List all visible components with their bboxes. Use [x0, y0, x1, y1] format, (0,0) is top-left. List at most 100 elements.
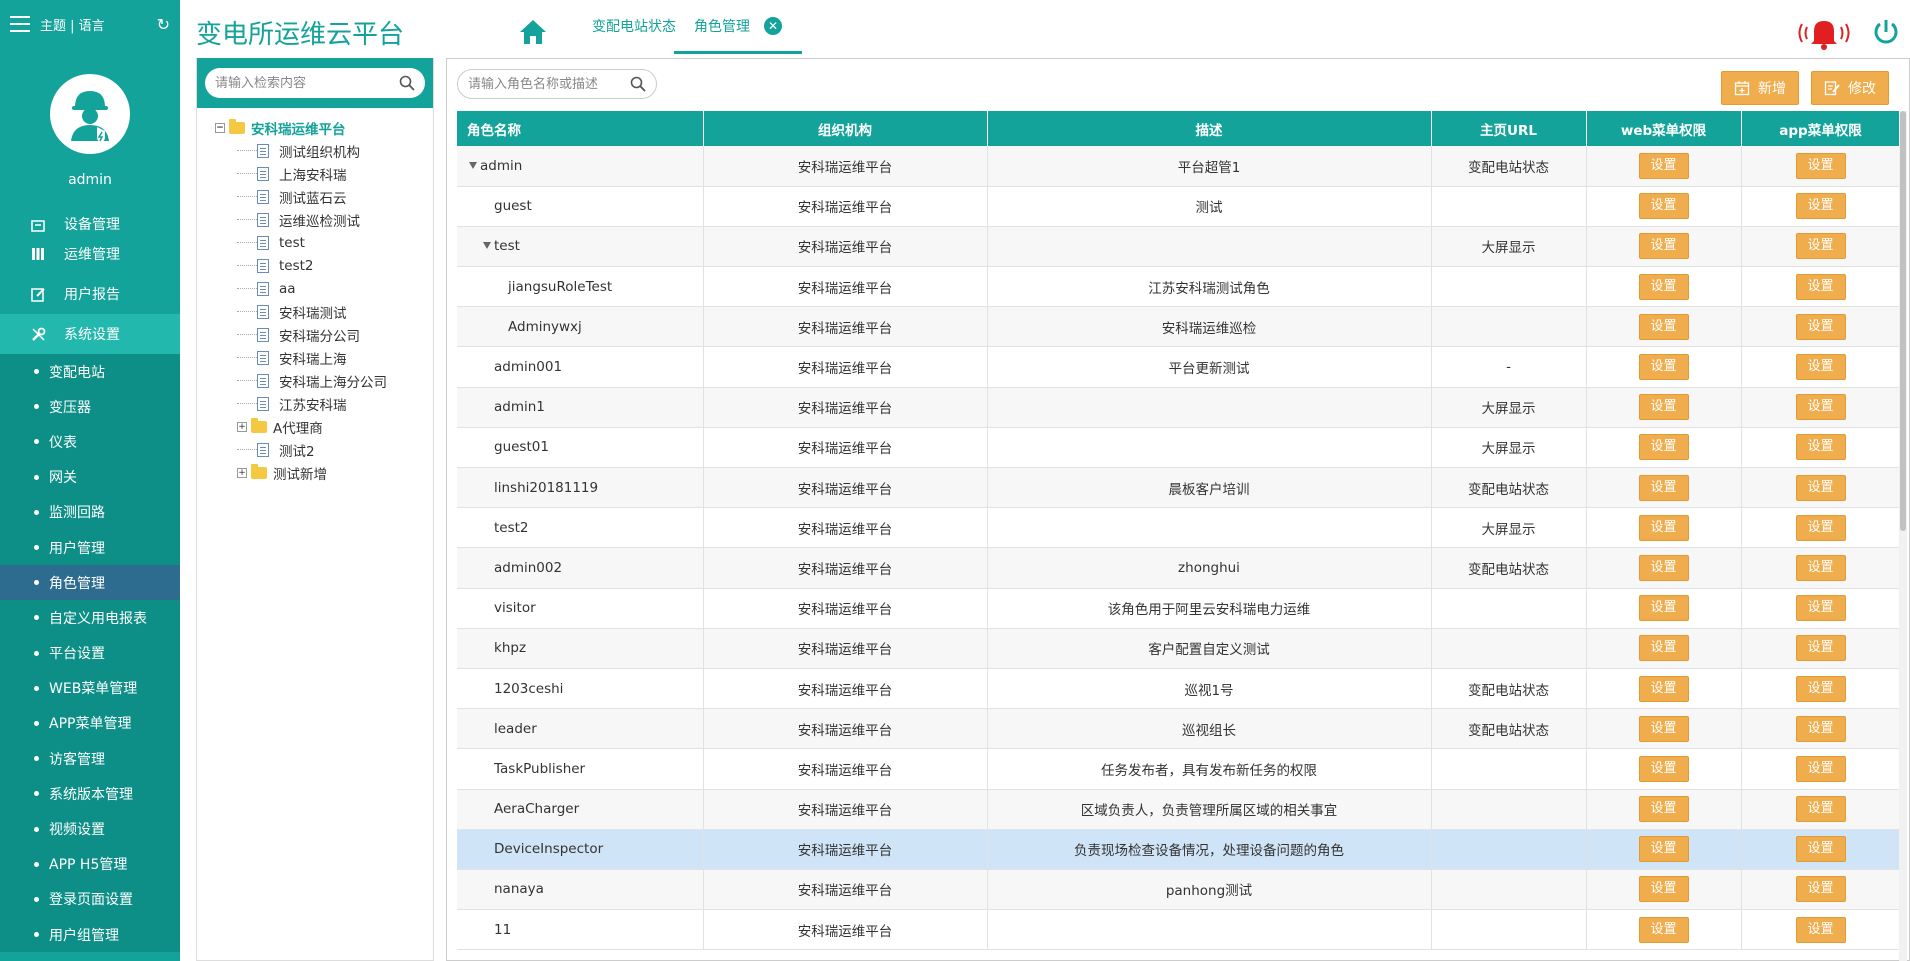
- app-menu-set-button[interactable]: 设置: [1795, 474, 1846, 501]
- app-menu-set-button[interactable]: 设置: [1795, 836, 1846, 863]
- app-menu-set-button[interactable]: 设置: [1795, 434, 1846, 461]
- column-header-home-url[interactable]: 主页URL: [1431, 111, 1587, 146]
- web-menu-set-button[interactable]: 设置: [1638, 675, 1689, 702]
- theme-language-toggle[interactable]: 主题 | 语言: [40, 15, 157, 34]
- web-menu-set-button[interactable]: 设置: [1638, 554, 1689, 581]
- web-menu-set-button[interactable]: 设置: [1638, 233, 1689, 260]
- submenu-item[interactable]: 平台设置: [0, 636, 180, 671]
- submenu-item[interactable]: 登录页面设置: [0, 882, 180, 917]
- expand-icon[interactable]: +: [237, 421, 247, 432]
- column-header-web-menu-permission[interactable]: web菜单权限: [1586, 111, 1742, 146]
- tree-node[interactable]: 安科瑞测试: [215, 300, 433, 323]
- table-scrollbar[interactable]: [1899, 111, 1907, 961]
- web-menu-set-button[interactable]: 设置: [1638, 474, 1689, 501]
- table-row[interactable]: admin001 安科瑞运维平台 平台更新测试 - 设置 设置: [457, 346, 1900, 388]
- table-row[interactable]: guest01 安科瑞运维平台 大屏显示 设置 设置: [457, 427, 1900, 469]
- submenu-item[interactable]: 自定义用电报表: [0, 600, 180, 635]
- submenu-item[interactable]: 用户管理: [0, 530, 180, 565]
- table-row[interactable]: guest 安科瑞运维平台 测试 设置 设置: [457, 186, 1900, 227]
- table-row[interactable]: admin002 安科瑞运维平台 zhonghui 变配电站状态 设置 设置: [457, 547, 1900, 589]
- tree-node[interactable]: 安科瑞分公司: [215, 323, 433, 346]
- table-row[interactable]: test2 安科瑞运维平台 大屏显示 设置 设置: [457, 507, 1900, 549]
- app-menu-set-button[interactable]: 设置: [1795, 595, 1846, 622]
- submenu-item[interactable]: 网关: [0, 460, 180, 495]
- collapse-icon[interactable]: −: [215, 122, 225, 133]
- table-row[interactable]: test 安科瑞运维平台 大屏显示 设置 设置: [457, 226, 1900, 268]
- table-row[interactable]: khpz 安科瑞运维平台 客户配置自定义测试 设置 设置: [457, 628, 1900, 669]
- tree-node[interactable]: 测试2: [215, 438, 433, 461]
- table-row[interactable]: jiangsuRoleTest 安科瑞运维平台 江苏安科瑞测试角色 设置 设置: [457, 266, 1900, 308]
- submenu-item[interactable]: 变配电站: [0, 354, 180, 389]
- web-menu-set-button[interactable]: 设置: [1638, 273, 1689, 300]
- search-icon[interactable]: [399, 75, 415, 91]
- web-menu-set-button[interactable]: 设置: [1638, 193, 1689, 220]
- column-header-org[interactable]: 组织机构: [703, 111, 988, 146]
- tree-node[interactable]: 运维巡检测试: [215, 208, 433, 231]
- menu-user-report[interactable]: 用户报告: [0, 274, 180, 314]
- table-row[interactable]: nanaya 安科瑞运维平台 panhong测试 设置 设置: [457, 869, 1900, 911]
- web-menu-set-button[interactable]: 设置: [1638, 876, 1689, 903]
- submenu-item[interactable]: 用户组管理: [0, 917, 180, 952]
- app-menu-set-button[interactable]: 设置: [1795, 916, 1846, 943]
- submenu-item[interactable]: 视频设置: [0, 811, 180, 846]
- table-row[interactable]: 11 安科瑞运维平台 设置 设置: [457, 909, 1900, 951]
- refresh-icon[interactable]: ↻: [157, 15, 170, 34]
- app-menu-set-button[interactable]: 设置: [1795, 675, 1846, 702]
- submenu-item[interactable]: 仪表: [0, 424, 180, 459]
- web-menu-set-button[interactable]: 设置: [1638, 514, 1689, 541]
- submenu-item[interactable]: WEB菜单管理: [0, 671, 180, 706]
- close-tab-icon[interactable]: ✕: [764, 16, 782, 35]
- app-menu-set-button[interactable]: 设置: [1795, 514, 1846, 541]
- table-row[interactable]: leader 安科瑞运维平台 巡视组长 变配电站状态 设置 设置: [457, 708, 1900, 750]
- expand-row-icon[interactable]: [483, 242, 491, 250]
- tree-node[interactable]: test: [215, 231, 433, 254]
- app-menu-set-button[interactable]: 设置: [1795, 193, 1846, 220]
- add-role-button[interactable]: 新增: [1721, 71, 1799, 105]
- tree-node[interactable]: 江苏安科瑞: [215, 392, 433, 415]
- tree-root-node[interactable]: − 安科瑞运维平台: [215, 116, 433, 139]
- tree-node[interactable]: 测试蓝石云: [215, 185, 433, 208]
- app-menu-set-button[interactable]: 设置: [1795, 394, 1846, 421]
- web-menu-set-button[interactable]: 设置: [1638, 313, 1689, 340]
- tree-node[interactable]: 安科瑞上海分公司: [215, 369, 433, 392]
- web-menu-set-button[interactable]: 设置: [1638, 394, 1689, 421]
- submenu-item[interactable]: 系统版本管理: [0, 776, 180, 811]
- home-icon[interactable]: [518, 18, 548, 46]
- app-menu-set-button[interactable]: 设置: [1795, 715, 1846, 742]
- app-menu-set-button[interactable]: 设置: [1795, 796, 1846, 823]
- table-row[interactable]: AeraCharger 安科瑞运维平台 区域负责人，负责管理所属区域的相关事宜 设置 设…: [457, 789, 1900, 830]
- tree-node[interactable]: test2: [215, 254, 433, 277]
- alarm-bell-icon[interactable]: [1794, 16, 1854, 50]
- tab-role-management[interactable]: 角色管理 ✕: [674, 0, 802, 54]
- column-header-role-name[interactable]: 角色名称: [457, 111, 704, 146]
- power-icon[interactable]: [1872, 18, 1900, 46]
- table-row[interactable]: TaskPublisher 安科瑞运维平台 任务发布者，具有发布新任务的权限 设置 设置: [457, 748, 1900, 790]
- web-menu-set-button[interactable]: 设置: [1638, 595, 1689, 622]
- web-menu-set-button[interactable]: 设置: [1638, 354, 1689, 381]
- role-search-input[interactable]: [468, 76, 630, 92]
- column-header-description[interactable]: 描述: [987, 111, 1432, 146]
- web-menu-set-button[interactable]: 设置: [1638, 635, 1689, 662]
- app-menu-set-button[interactable]: 设置: [1795, 273, 1846, 300]
- web-menu-set-button[interactable]: 设置: [1638, 152, 1689, 179]
- expand-icon[interactable]: +: [237, 467, 247, 478]
- app-menu-set-button[interactable]: 设置: [1795, 876, 1846, 903]
- submenu-item[interactable]: 监测回路: [0, 495, 180, 530]
- tree-node[interactable]: aa: [215, 277, 433, 300]
- tree-node[interactable]: 安科瑞上海: [215, 346, 433, 369]
- submenu-item[interactable]: APP菜单管理: [0, 706, 180, 741]
- web-menu-set-button[interactable]: 设置: [1638, 836, 1689, 863]
- web-menu-set-button[interactable]: 设置: [1638, 434, 1689, 461]
- table-row[interactable]: 1203ceshi 安科瑞运维平台 巡视1号 变配电站状态 设置 设置: [457, 668, 1900, 710]
- avatar[interactable]: [50, 74, 130, 154]
- submenu-item[interactable]: 角色管理: [0, 565, 180, 601]
- tree-node[interactable]: 上海安科瑞: [215, 162, 433, 185]
- column-header-app-menu-permission[interactable]: app菜单权限: [1741, 111, 1900, 146]
- tree-search-input[interactable]: [215, 75, 399, 91]
- app-menu-set-button[interactable]: 设置: [1795, 233, 1846, 260]
- app-menu-set-button[interactable]: 设置: [1795, 152, 1846, 179]
- app-menu-set-button[interactable]: 设置: [1795, 755, 1846, 782]
- table-row[interactable]: visitor 安科瑞运维平台 该角色用于阿里云安科瑞电力运维 设置 设置: [457, 588, 1900, 629]
- submenu-item[interactable]: 访客管理: [0, 741, 180, 776]
- search-icon[interactable]: [630, 76, 646, 92]
